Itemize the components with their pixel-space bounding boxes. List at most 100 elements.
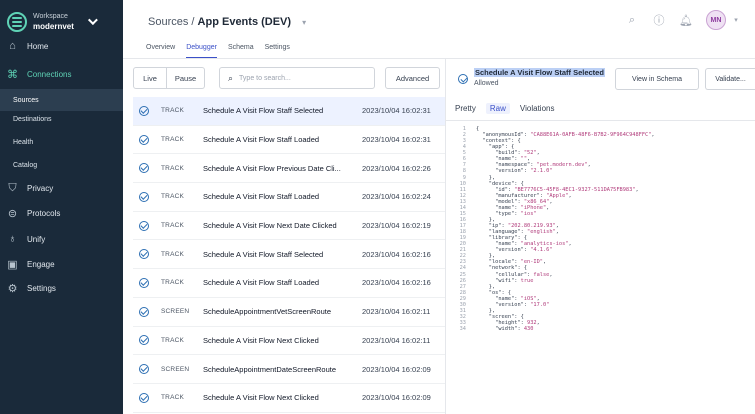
search-icon: ⌕ [228,72,234,83]
table-row[interactable]: TRACK Schedule A Visit Flow Next Date Cl… [133,212,445,241]
check-circle-icon [139,277,149,288]
event-name: Schedule A Visit Flow Next Clicked [203,393,319,403]
event-name: Schedule A Visit Flow Staff Loaded [203,135,320,145]
code-text: "width": 430 [476,326,534,333]
bell-icon[interactable]: 🔔︎ [679,13,693,27]
sidebar-item-settings[interactable]: ⚙ Settings [0,276,123,300]
pause-button[interactable]: Pause [167,67,205,89]
line-number: 34 [459,326,466,333]
event-time: 2023/10/04 16:02:31 [362,135,431,145]
event-type: TRACK [161,250,185,258]
home-icon: ⌂ [9,40,16,52]
sidebar-item-label: Settings [27,283,56,293]
protocols-icon: ⊜ [7,207,18,220]
view-in-schema-button[interactable]: View in Schema [615,68,699,90]
divider [446,120,755,121]
event-name: Schedule A Visit Flow Next Date Clicked [203,221,337,231]
sidebar-subitem-catalog[interactable]: Catalog [0,154,123,176]
table-row[interactable]: SCREEN ScheduleAppointmentVetScreenRoute… [133,298,445,327]
sidebar-item-label: Protocols [27,208,61,218]
table-row[interactable]: SCREEN ScheduleAppointmentDateScreenRout… [133,355,445,384]
shield-icon: ⛉ [8,181,17,194]
event-time: 2023/10/04 16:02:16 [362,278,431,288]
check-circle-icon [139,249,149,260]
tab-debugger[interactable]: Debugger [186,44,217,58]
tab-pretty[interactable]: Pretty [455,104,476,113]
chevron-down-icon[interactable]: ▾ [302,18,306,27]
event-time: 2023/10/04 16:02:26 [362,163,431,173]
panel-divider [445,59,446,414]
event-type: TRACK [161,279,185,287]
sidebar-subitem-destinations[interactable]: Destinations [0,108,123,130]
event-name: Schedule A Visit Flow Staff Loaded [203,192,320,202]
event-time: 2023/10/04 16:02:11 [362,307,431,317]
table-row[interactable]: TRACK Schedule A Visit Flow Previous Dat… [133,154,445,184]
check-circle-icon [458,74,468,84]
live-pause-toggle: Live Pause [133,67,205,89]
check-circle-icon [139,191,149,202]
event-type: TRACK [161,107,185,115]
advanced-button[interactable]: Advanced [385,67,440,89]
event-time: 2023/10/04 16:02:19 [362,221,431,231]
event-name: Schedule A Visit Flow Staff Loaded [203,278,320,288]
event-name: Schedule A Visit Flow Previous Date Cli.… [203,163,341,173]
event-time: 2023/10/04 16:02:16 [362,249,431,259]
sidebar-item-protocols[interactable]: ⊜ Protocols [0,201,123,225]
event-name: Schedule A Visit Flow Staff Selected [203,106,324,116]
tab-overview[interactable]: Overview [146,44,175,58]
search-placeholder: Type to search... [239,74,291,82]
chevron-down-icon[interactable]: ▾ [729,13,743,27]
check-circle-icon [139,364,149,375]
gear-icon: ⚙ [7,282,18,295]
table-row[interactable]: TRACK Schedule A Visit Flow Next Clicked… [133,327,445,356]
search-icon[interactable]: ⌕ [625,13,639,27]
validate-button[interactable]: Validate... [705,68,755,90]
sidebar-item-label: Unify [27,234,46,244]
check-circle-icon [139,392,149,403]
event-type: TRACK [161,336,185,344]
connections-icon: ⌘ [7,68,18,81]
tab-schema[interactable]: Schema [228,44,254,58]
tab-violations[interactable]: Violations [520,104,555,113]
table-row[interactable]: TRACK Schedule A Visit Flow Staff Loaded… [133,126,445,155]
workspace-name: modernvet [33,21,74,31]
event-time: 2023/10/04 16:02:31 [362,106,431,116]
sidebar-item-privacy[interactable]: ⛉ Privacy [0,176,123,200]
event-time: 2023/10/04 16:02:09 [362,364,431,374]
event-name: ScheduleAppointmentDateScreenRoute [203,364,337,374]
detail-status: Allowed [474,80,499,87]
table-row[interactable]: TRACK Schedule A Visit Flow Staff Loaded… [133,269,445,298]
sidebar-item-unify[interactable]: ♁ Unify [0,227,123,251]
event-type: TRACK [161,164,185,172]
event-time: 2023/10/04 16:02:11 [362,335,431,345]
live-button[interactable]: Live [133,67,167,89]
event-type: TRACK [161,394,185,402]
unify-icon: ♁ [8,233,17,245]
sidebar-item-engage[interactable]: ▣ Engage [0,252,123,276]
table-row[interactable]: TRACK Schedule A Visit Flow Next Clicked… [133,384,445,413]
event-type: TRACK [161,136,185,144]
sidebar-subitem-health[interactable]: Health [0,131,123,153]
workspace-label: Workspace [33,12,68,20]
tab-raw[interactable]: Raw [485,103,510,114]
avatar[interactable]: MN [706,10,726,30]
sidebar-item-home[interactable]: ⌂ Home [0,34,123,58]
breadcrumb-parent[interactable]: Sources [148,16,188,28]
sidebar-item-connections[interactable]: ⌘ Connections [0,62,123,86]
table-row[interactable]: TRACK Schedule A Visit Flow Staff Select… [133,97,445,126]
chevron-down-icon [87,15,98,26]
help-icon[interactable]: ⓘ [652,13,666,27]
table-row[interactable]: TRACK Schedule A Visit Flow Staff Loaded… [133,183,445,212]
search-input[interactable]: ⌕ Type to search... [219,67,375,89]
tab-settings[interactable]: Settings [265,44,290,58]
event-time: 2023/10/04 16:02:09 [362,393,431,403]
sidebar-item-label: Privacy [27,183,54,193]
check-circle-icon [139,220,149,231]
check-circle-icon [139,105,149,116]
table-row[interactable]: TRACK Schedule A Visit Flow Staff Select… [133,240,445,270]
event-list: TRACK Schedule A Visit Flow Staff Select… [133,97,445,413]
check-circle-icon [139,306,149,317]
check-circle-icon [139,163,149,174]
breadcrumb-separator: / [191,15,195,28]
event-time: 2023/10/04 16:02:24 [362,192,431,202]
